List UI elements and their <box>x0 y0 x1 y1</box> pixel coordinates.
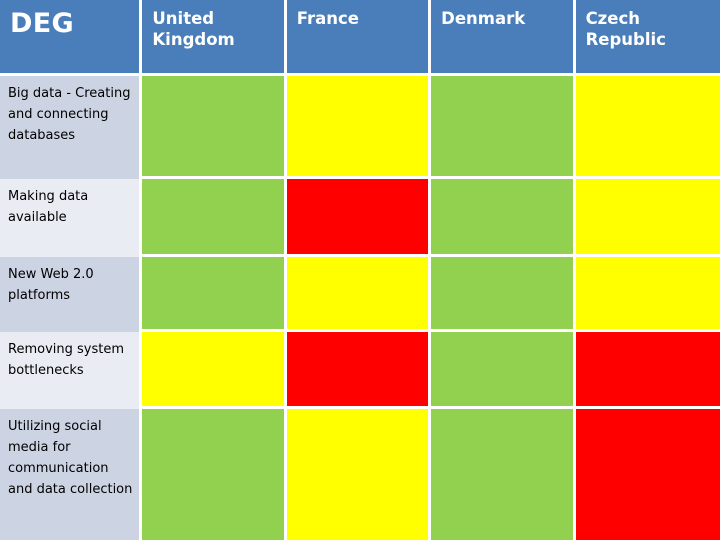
rating-cell <box>431 76 576 179</box>
deg-country-matrix: DEG United Kingdom France Denmark Czech … <box>0 0 720 540</box>
rating-cell <box>431 179 576 257</box>
row-label-removing-system-bottlenecks: Removing system bottlenecks <box>0 332 143 409</box>
rating-cell <box>431 257 576 332</box>
rating-cell <box>142 257 287 332</box>
rating-cell <box>431 332 576 409</box>
table-row: Big data - Creating and connecting datab… <box>0 76 720 179</box>
rating-cell <box>286 76 432 179</box>
rating-cell <box>431 409 576 540</box>
rating-cell <box>286 409 432 540</box>
table-row: Removing system bottlenecks <box>0 332 720 409</box>
row-label-new-web-platforms: New Web 2.0 platforms <box>0 257 143 332</box>
row-label-making-data-available: Making data available <box>0 179 143 257</box>
column-header-france: France <box>286 0 432 76</box>
header-row: DEG United Kingdom France Denmark Czech … <box>0 0 720 76</box>
column-header-denmark: Denmark <box>431 0 576 76</box>
rating-cell <box>142 332 287 409</box>
table-row: Utilizing social media for communication… <box>0 409 720 540</box>
rating-cell <box>575 409 720 540</box>
matrix-title: DEG <box>0 0 143 76</box>
rating-cell <box>142 409 287 540</box>
rating-cell <box>286 257 432 332</box>
rating-cell <box>575 179 720 257</box>
column-header-united-kingdom: United Kingdom <box>142 0 287 76</box>
table-row: Making data available <box>0 179 720 257</box>
rating-cell <box>575 76 720 179</box>
rating-cell <box>142 179 287 257</box>
row-label-utilizing-social-media: Utilizing social media for communication… <box>0 409 143 540</box>
rating-cell <box>575 257 720 332</box>
rating-cell <box>286 179 432 257</box>
table-row: New Web 2.0 platforms <box>0 257 720 332</box>
rating-cell <box>286 332 432 409</box>
rating-cell <box>575 332 720 409</box>
matrix-body: Big data - Creating and connecting datab… <box>0 76 720 540</box>
rating-cell <box>142 76 287 179</box>
matrix-header: DEG United Kingdom France Denmark Czech … <box>0 0 720 76</box>
row-label-big-data: Big data - Creating and connecting datab… <box>0 76 143 179</box>
column-header-czech-republic: Czech Republic <box>575 0 720 76</box>
